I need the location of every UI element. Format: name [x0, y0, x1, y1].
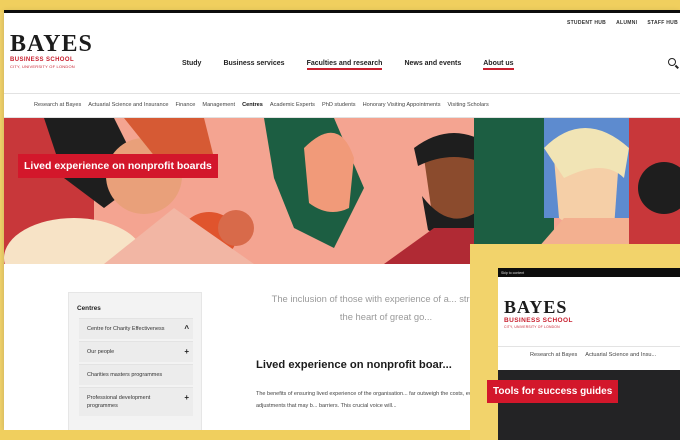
logo-wordmark: BAYES	[504, 297, 568, 317]
subnav-research-at-bayes[interactable]: Research at Bayes	[530, 352, 577, 358]
sidebar-item-our-people[interactable]: Our people +	[79, 341, 193, 362]
hero-title: Lived experience on nonprofit boards	[18, 154, 218, 178]
sidebar-item-charity-effectiveness[interactable]: Centre for Charity Effectiveness ^	[79, 318, 193, 339]
logo-school: BUSINESS SCHOOL	[10, 57, 75, 63]
sidebar-item-professional-development[interactable]: Professional development programmes +	[79, 387, 193, 416]
logo-school: BUSINESS SCHOOL	[504, 317, 573, 324]
inset-hero-title: Tools for success guides	[487, 380, 619, 403]
top-black-strip	[498, 268, 680, 277]
inset-frame: Skip to content BAYES BUSINESS SCHOOL CI…	[498, 268, 680, 440]
divider	[498, 346, 680, 347]
subnav-visiting-scholars[interactable]: Visiting Scholars	[448, 102, 489, 108]
logo-tagline: CITY, UNIVERSITY OF LONDON	[504, 325, 560, 329]
sub-nav: Research at Bayes Actuarial Science and …	[34, 102, 680, 108]
subnav-honorary-visiting[interactable]: Honorary Visiting Appointments	[363, 102, 441, 108]
content-heading: Lived experience on nonprofit boar...	[256, 359, 452, 371]
sidebar-heading: Centres	[77, 305, 101, 312]
hero-banner: Lived experience on nonprofit boards	[4, 118, 680, 264]
collapse-icon[interactable]: ^	[184, 325, 189, 333]
subnav-phd-students[interactable]: PhD students	[322, 102, 356, 108]
utility-link-staff-hub[interactable]: STAFF HUB	[647, 20, 678, 26]
nav-about-us[interactable]: About us	[483, 60, 514, 70]
main-nav: Study Business services Faculties and re…	[182, 60, 514, 70]
sidebar-item-label: Charities masters programmes	[87, 372, 163, 378]
nav-faculties-and-research[interactable]: Faculties and research	[306, 60, 382, 70]
logo-wordmark: BAYES	[10, 31, 93, 57]
inset-sub-nav: Research at Bayes Actuarial Science and …	[530, 352, 656, 358]
bayes-logo[interactable]: BAYES BUSINESS SCHOOL CITY, UNIVERSITY O…	[10, 32, 93, 69]
expand-icon[interactable]: +	[184, 348, 189, 356]
utility-nav: STUDENT HUB ALUMNI STAFF HUB	[567, 20, 678, 26]
bayes-logo[interactable]: BAYES BUSINESS SCHOOL CITY, UNIVERSITY O…	[504, 298, 573, 329]
utility-link-alumni[interactable]: ALUMNI	[616, 20, 637, 26]
sidebar-item-label: Professional development programmes	[87, 395, 151, 409]
website-screenshot-inset: Skip to content BAYES BUSINESS SCHOOL CI…	[470, 244, 680, 440]
subnav-actuarial-science[interactable]: Actuarial Science and Insu...	[585, 352, 656, 358]
expand-icon[interactable]: +	[184, 394, 189, 402]
nav-study[interactable]: Study	[182, 60, 201, 67]
skip-link[interactable]: Skip to content	[501, 271, 524, 275]
sidebar-item-charities-masters[interactable]: Charities masters programmes	[79, 364, 193, 385]
search-icon[interactable]	[668, 58, 676, 66]
utility-link-student-hub[interactable]: STUDENT HUB	[567, 20, 606, 26]
sidebar-item-label: Centre for Charity Effectiveness	[87, 326, 165, 332]
subnav-management[interactable]: Management	[202, 102, 235, 108]
subnav-centres[interactable]: Centres	[242, 102, 263, 108]
divider	[4, 93, 680, 94]
subnav-actuarial-science[interactable]: Actuarial Science and Insurance	[88, 102, 168, 108]
sidebar-centres: Centres Centre for Charity Effectiveness…	[68, 292, 202, 430]
subnav-finance[interactable]: Finance	[176, 102, 196, 108]
hero-illustration	[4, 118, 680, 264]
logo-tagline: CITY, UNIVERSITY OF LONDON	[10, 64, 75, 69]
nav-news-and-events[interactable]: News and events	[404, 60, 461, 67]
subnav-research-at-bayes[interactable]: Research at Bayes	[34, 102, 81, 108]
nav-business-services[interactable]: Business services	[223, 60, 284, 67]
sidebar-item-label: Our people	[87, 349, 115, 355]
subnav-academic-experts[interactable]: Academic Experts	[270, 102, 315, 108]
top-black-strip	[4, 10, 680, 13]
